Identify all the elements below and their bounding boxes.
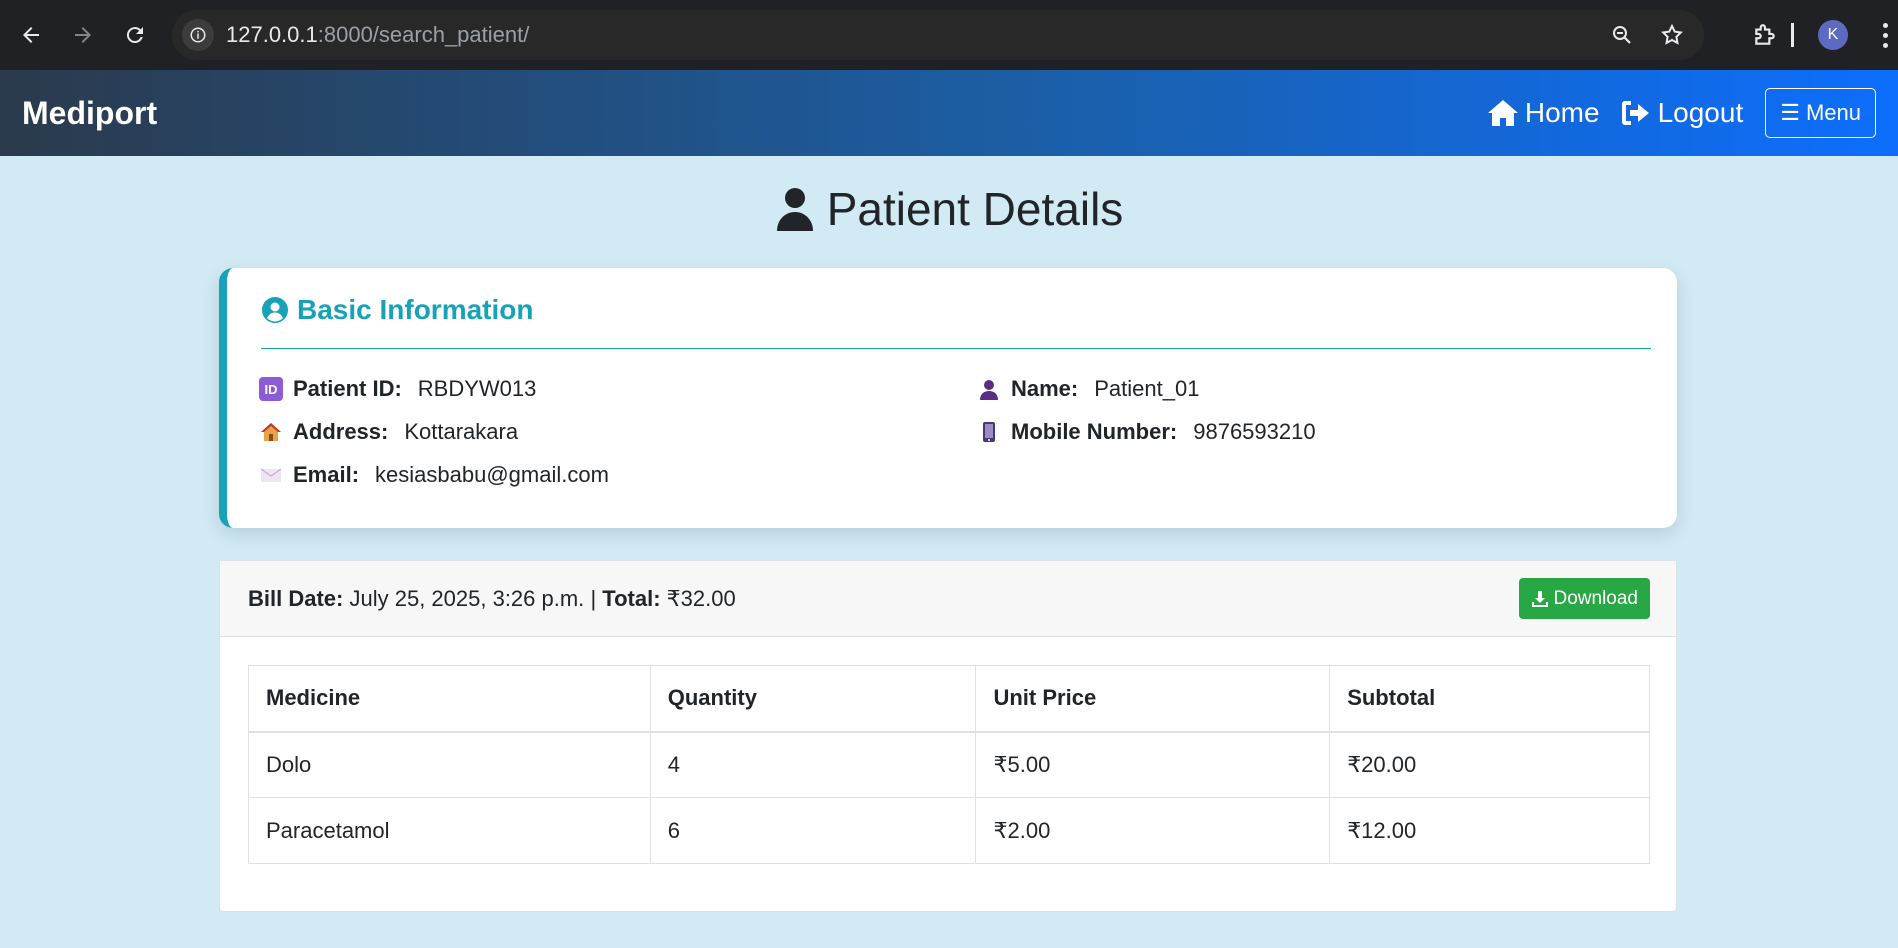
home-link[interactable]: Home bbox=[1487, 97, 1600, 129]
browser-menu-icon[interactable] bbox=[1880, 20, 1890, 50]
bill-total-value: ₹32.00 bbox=[666, 585, 736, 611]
brand-logo[interactable]: Mediport bbox=[22, 95, 157, 132]
puzzle-icon bbox=[1755, 24, 1775, 45]
cell-unit-price: ₹2.00 bbox=[975, 797, 1331, 864]
cell-subtotal: ₹12.00 bbox=[1329, 797, 1650, 864]
envelope-icon bbox=[259, 463, 283, 487]
address-value: Kottarakara bbox=[404, 419, 519, 444]
hamburger-icon: ☰ bbox=[1780, 100, 1800, 125]
page-title: Patient Details bbox=[0, 182, 1898, 236]
toolbar-divider bbox=[1791, 23, 1794, 47]
address-label: Address: bbox=[293, 419, 389, 444]
cell-unit-price: ₹5.00 bbox=[975, 731, 1331, 798]
reload-icon bbox=[126, 27, 143, 44]
site-info-icon[interactable] bbox=[182, 19, 214, 51]
name-value: Patient_01 bbox=[1094, 376, 1200, 401]
email-label: Email: bbox=[293, 462, 360, 487]
basic-info-heading-text: Basic Information bbox=[297, 294, 534, 325]
cell-subtotal: ₹20.00 bbox=[1329, 731, 1650, 798]
house-icon bbox=[259, 420, 283, 444]
table-row: Dolo 4 ₹5.00 ₹20.00 bbox=[248, 731, 1650, 798]
home-icon bbox=[1487, 100, 1518, 126]
download-button[interactable]: Download bbox=[1518, 578, 1650, 619]
name-field: Name: Patient_01 bbox=[977, 376, 1199, 402]
cell-quantity: 4 bbox=[649, 731, 977, 798]
profile-avatar[interactable]: K bbox=[1818, 20, 1848, 50]
url-host: 127.0.0.1 bbox=[226, 22, 318, 47]
basic-info-card: Basic Information ID Patient ID: RBDYW01… bbox=[219, 268, 1677, 528]
bill-total-label: Total: bbox=[602, 585, 661, 611]
address-bar[interactable]: 127.0.0.1:8000/search_patient/ bbox=[172, 10, 1704, 60]
home-label: Home bbox=[1524, 97, 1600, 128]
heading-divider bbox=[261, 348, 1651, 349]
name-label: Name: bbox=[1011, 376, 1079, 401]
column-header-subtotal: Subtotal bbox=[1329, 665, 1650, 733]
logout-link[interactable]: Logout bbox=[1620, 97, 1744, 129]
page-title-text: Patient Details bbox=[826, 183, 1124, 235]
logout-label: Logout bbox=[1657, 97, 1744, 128]
bill-card: Bill Date: July 25, 2025, 3:26 p.m. | To… bbox=[219, 560, 1677, 912]
id-badge-icon: ID bbox=[259, 377, 283, 401]
bill-date-value: July 25, 2025, 3:26 p.m. bbox=[349, 585, 585, 611]
table-row: Paracetamol 6 ₹2.00 ₹12.00 bbox=[248, 797, 1650, 864]
person-icon bbox=[977, 377, 1001, 401]
bill-date-label: Bill Date: bbox=[248, 585, 344, 611]
cell-quantity: 6 bbox=[649, 797, 977, 864]
patient-id-value: RBDYW013 bbox=[417, 376, 537, 401]
download-label: Download bbox=[1553, 587, 1639, 609]
patient-id-label: Patient ID: bbox=[293, 376, 402, 401]
email-field: Email: kesiasbabu@gmail.com bbox=[259, 462, 609, 488]
forward-button[interactable] bbox=[62, 14, 104, 56]
bill-separator: | bbox=[590, 585, 597, 611]
reload-button[interactable] bbox=[114, 14, 156, 56]
mobile-field: Mobile Number: 9876593210 bbox=[977, 419, 1316, 445]
menu-label: Menu bbox=[1805, 100, 1861, 125]
bill-header: Bill Date: July 25, 2025, 3:26 p.m. | To… bbox=[220, 561, 1676, 637]
app-navbar: Mediport Home Logout ☰ Menu bbox=[0, 70, 1898, 156]
column-header-unit-price: Unit Price bbox=[975, 665, 1331, 733]
zoom-icon[interactable] bbox=[1610, 23, 1634, 47]
menu-button[interactable]: ☰ Menu bbox=[1765, 88, 1876, 138]
back-button[interactable] bbox=[10, 14, 52, 56]
table-header-row: Medicine Quantity Unit Price Subtotal bbox=[248, 665, 1650, 733]
arrow-right-icon bbox=[75, 27, 91, 43]
user-icon bbox=[776, 188, 813, 231]
column-header-quantity: Quantity bbox=[649, 665, 977, 733]
url-text: 127.0.0.1:8000/search_patient/ bbox=[226, 22, 529, 48]
arrow-left-icon bbox=[23, 27, 39, 43]
column-header-medicine: Medicine bbox=[248, 665, 651, 733]
email-value: kesiasbabu@gmail.com bbox=[375, 462, 609, 487]
extensions-button[interactable] bbox=[1752, 22, 1778, 53]
mobile-value: 9876593210 bbox=[1193, 419, 1316, 444]
bill-items-table: Medicine Quantity Unit Price Subtotal Do… bbox=[248, 665, 1650, 864]
url-path: :8000/search_patient/ bbox=[317, 22, 530, 47]
patient-id-field: ID Patient ID: RBDYW013 bbox=[259, 376, 536, 402]
user-circle-icon bbox=[262, 297, 288, 323]
address-field: Address: Kottarakara bbox=[259, 419, 518, 445]
browser-toolbar: 127.0.0.1:8000/search_patient/ K bbox=[0, 0, 1898, 70]
basic-info-heading: Basic Information bbox=[261, 294, 533, 326]
logout-icon bbox=[1621, 101, 1649, 125]
cell-medicine: Dolo bbox=[248, 731, 651, 798]
download-icon bbox=[1531, 590, 1548, 607]
mobile-phone-icon bbox=[977, 420, 1001, 444]
mobile-label: Mobile Number: bbox=[1011, 419, 1178, 444]
bookmark-star-icon[interactable] bbox=[1660, 23, 1684, 47]
cell-medicine: Paracetamol bbox=[248, 797, 651, 864]
